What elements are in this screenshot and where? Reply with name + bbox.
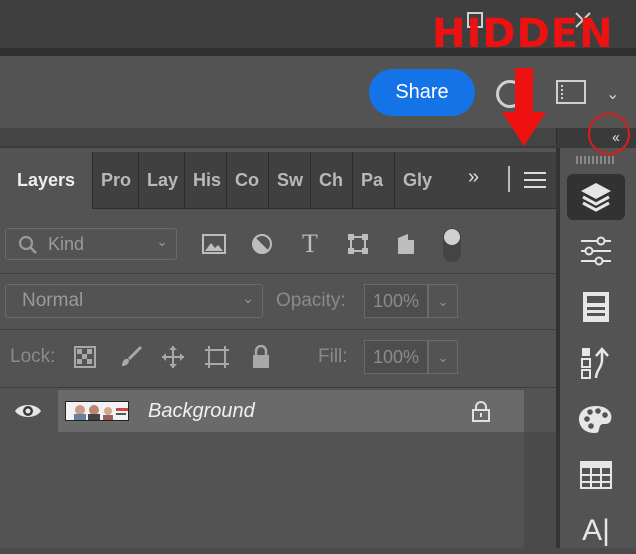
lock-pixels-icon[interactable] xyxy=(118,344,144,370)
collapse-panels-button[interactable]: ‹‹ xyxy=(600,126,630,148)
fill-input[interactable]: 100% xyxy=(364,340,428,374)
kind-label: Kind xyxy=(48,233,85,254)
shape-filter-icon[interactable] xyxy=(344,230,372,258)
adjustments-icon[interactable] xyxy=(567,228,625,274)
chevron-down-icon: ⌄ xyxy=(156,233,168,249)
tab-channels[interactable]: Ch xyxy=(310,152,356,208)
tab-history[interactable]: His xyxy=(184,152,230,208)
tab-glyphs[interactable]: Gly xyxy=(394,152,440,208)
adjustment-filter-icon[interactable] xyxy=(248,230,276,258)
workspace-icon[interactable] xyxy=(556,80,586,104)
character-icon[interactable]: A| xyxy=(567,508,625,554)
grid-icon[interactable] xyxy=(567,452,625,498)
lock-all-icon[interactable] xyxy=(248,344,274,370)
lock-transparent-icon[interactable] xyxy=(72,344,98,370)
share-button[interactable]: Share xyxy=(369,69,475,116)
tab-color[interactable]: Co xyxy=(226,152,272,208)
pixel-filter-icon[interactable] xyxy=(200,230,228,258)
search-icon xyxy=(18,235,37,254)
properties-icon[interactable] xyxy=(567,284,625,330)
document-tab-area xyxy=(0,128,477,146)
tab-properties[interactable]: Pro xyxy=(92,152,138,208)
lock-artboard-icon[interactable] xyxy=(204,344,230,370)
opacity-input[interactable]: 100% xyxy=(364,284,428,318)
lock-label: Lock: xyxy=(10,346,56,367)
fill-dropdown[interactable]: ⌄ xyxy=(428,340,458,374)
lock-position-icon[interactable] xyxy=(160,344,186,370)
dock-grip-handle[interactable] xyxy=(576,156,616,164)
panel-scroll-area xyxy=(524,432,556,548)
blend-mode-select[interactable]: Normal ⌄ xyxy=(5,284,263,318)
opacity-label: Opacity: xyxy=(276,290,346,311)
panel-menu-icon[interactable] xyxy=(524,172,546,188)
smart-object-filter-icon[interactable] xyxy=(392,230,420,258)
layer-thumbnail xyxy=(65,401,129,421)
chevron-down-icon[interactable]: ⌄ xyxy=(606,84,619,104)
tab-swatches[interactable]: Sw xyxy=(268,152,314,208)
lock-icon xyxy=(472,401,490,422)
opacity-dropdown[interactable]: ⌄ xyxy=(428,284,458,318)
tab-layer-comps[interactable]: Lay xyxy=(138,152,184,208)
layers-icon[interactable] xyxy=(567,174,625,220)
annotation-arrow-icon xyxy=(502,68,546,146)
more-tabs-button[interactable]: » xyxy=(468,166,479,189)
tab-paths[interactable]: Pa xyxy=(352,152,398,208)
history-icon[interactable] xyxy=(567,340,625,386)
eye-icon[interactable] xyxy=(14,400,42,422)
swatches-icon[interactable] xyxy=(567,396,625,442)
type-filter-icon[interactable]: T xyxy=(296,229,324,258)
chevron-down-icon: ⌄ xyxy=(242,290,254,306)
annotation-label: HIDDEN xyxy=(432,11,614,57)
fill-label: Fill: xyxy=(318,346,348,367)
kind-filter-select[interactable]: Kind ⌄ xyxy=(5,228,177,260)
tab-layers[interactable]: Layers xyxy=(0,152,92,209)
tab-divider xyxy=(508,166,510,192)
blend-mode-value: Normal xyxy=(22,290,84,311)
layer-name[interactable]: Background xyxy=(148,400,255,423)
filter-toggle[interactable] xyxy=(443,228,461,262)
